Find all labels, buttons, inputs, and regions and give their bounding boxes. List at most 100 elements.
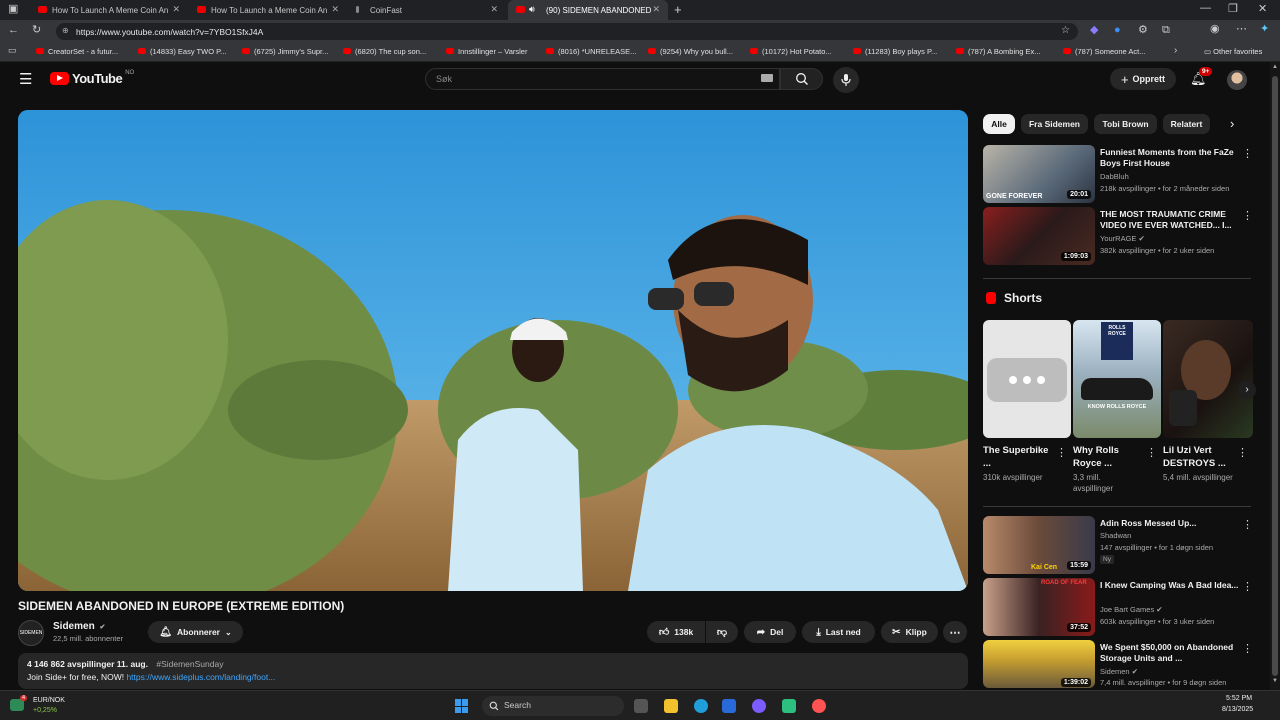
bookmark-item[interactable]: (6725) Jimmy's Supr... xyxy=(242,47,328,56)
scrollbar-up-arrow-icon[interactable]: ▲ xyxy=(1272,64,1278,70)
more-vertical-icon[interactable]: ⋮ xyxy=(1056,446,1067,459)
close-tab-icon[interactable]: ✕ xyxy=(652,4,660,15)
close-window-icon[interactable]: ✕ xyxy=(1258,4,1267,15)
page-scrollbar[interactable]: ▲ ▼ xyxy=(1270,62,1280,690)
create-button[interactable]: + Opprett xyxy=(1110,68,1176,90)
taskbar-search[interactable]: Search xyxy=(482,696,624,716)
minimize-icon[interactable]: — xyxy=(1200,3,1211,14)
keyboard-icon[interactable] xyxy=(761,74,773,82)
short-thumbnail[interactable] xyxy=(1163,320,1253,438)
video-title[interactable]: We Spent $50,000 on Abandoned Storage Un… xyxy=(1100,642,1240,664)
short-title[interactable]: The Superbike ... xyxy=(983,444,1049,470)
youtube-logo[interactable]: YouTube NO xyxy=(50,70,134,86)
recommendation-item[interactable]: Kai Cen 15:59 Adin Ross Messed Up... Sha… xyxy=(983,516,1253,576)
bookmark-item[interactable]: (14833) Easy TWO P... xyxy=(138,47,226,56)
more-vertical-icon[interactable]: ⋮ xyxy=(1242,147,1253,160)
bookmark-item[interactable]: CreatorSet - a futur... xyxy=(36,47,118,56)
profile-icon[interactable]: ◉ xyxy=(1210,24,1220,35)
channel-name[interactable]: Sidemen ✔ xyxy=(1100,667,1138,676)
back-icon[interactable]: ← xyxy=(8,25,19,36)
short-thumbnail[interactable] xyxy=(983,320,1071,438)
bookmark-item[interactable]: (787) Someone Act... xyxy=(1063,47,1145,56)
channel-avatar[interactable]: SIDEMEN xyxy=(18,620,44,646)
subscribed-button[interactable]: 🔔︎ Abonnerer ⌄ xyxy=(148,621,243,643)
scrollbar-thumb[interactable] xyxy=(1272,76,1278,676)
more-vertical-icon[interactable]: ⋮ xyxy=(1237,446,1248,459)
app-icon[interactable] xyxy=(782,699,796,713)
download-button[interactable]: ⤓ Last ned xyxy=(802,621,875,643)
bookmark-item[interactable]: (10172) Hot Potato... xyxy=(750,47,832,56)
channel-name[interactable]: DabBluh xyxy=(1100,172,1129,181)
voice-search-button[interactable] xyxy=(833,67,859,93)
bookmark-item[interactable]: (11283) Boy plays P... xyxy=(853,47,937,56)
bookmark-item[interactable]: (9254) Why you bull... xyxy=(648,47,733,56)
reload-icon[interactable]: ↻ xyxy=(32,25,41,36)
search-input[interactable]: Søk xyxy=(425,68,780,90)
bookmarks-menu-icon[interactable]: ▭ xyxy=(8,46,17,55)
store-icon[interactable] xyxy=(722,699,736,713)
more-actions-button[interactable]: ⋯ xyxy=(943,621,967,643)
close-tab-icon[interactable]: ✕ xyxy=(490,4,498,15)
tab-4[interactable]: 🔊︎ (90) SIDEMEN ABANDONED ✕ xyxy=(508,0,668,20)
video-thumbnail[interactable]: 1:39:02 xyxy=(983,640,1095,688)
recommendation-item[interactable]: 1:39:02 We Spent $50,000 on Abandoned St… xyxy=(983,640,1253,688)
site-info-icon[interactable]: ⊕ xyxy=(62,26,69,35)
short-title[interactable]: Why Rolls Royce ... xyxy=(1073,444,1139,470)
tab-2[interactable]: How To Launch a Meme Coin An ✕ xyxy=(189,0,347,20)
description-link[interactable]: https://www.sideplus.com/landing/foot... xyxy=(126,672,275,682)
clock-time[interactable]: 5:52 PM xyxy=(1226,695,1252,702)
speaker-icon[interactable]: 🔊︎ xyxy=(529,4,535,15)
more-vertical-icon[interactable]: ⋮ xyxy=(1242,518,1253,531)
bookmark-item[interactable]: (8016) *UNRELEASE... xyxy=(546,47,636,56)
windows-start-icon[interactable] xyxy=(455,699,469,713)
settings-more-icon[interactable]: ⋯ xyxy=(1236,24,1247,35)
chevron-right-icon[interactable]: › xyxy=(1230,116,1234,131)
more-vertical-icon[interactable]: ⋮ xyxy=(1146,446,1157,459)
channel-name[interactable]: Joe Bart Games ✔ xyxy=(1100,605,1163,614)
video-thumbnail[interactable]: Kai Cen 15:59 xyxy=(983,516,1095,574)
extensions-icon[interactable]: ◆ xyxy=(1090,25,1098,36)
like-button[interactable]: 👍︎ 138k xyxy=(647,621,705,643)
video-thumbnail[interactable]: 1:09:03 xyxy=(983,207,1095,265)
video-thumbnail[interactable]: ROAD OF FEAR 37:52 xyxy=(983,578,1095,636)
shorts-next-button[interactable]: › xyxy=(1238,381,1256,399)
messenger-icon[interactable] xyxy=(752,699,766,713)
chevron-right-icon[interactable]: › xyxy=(1174,46,1177,56)
video-title[interactable]: I Knew Camping Was A Bad Idea... xyxy=(1100,580,1240,591)
bookmark-item[interactable]: (6820) The cup son... xyxy=(343,47,426,56)
chip-from-sidemen[interactable]: Fra Sidemen xyxy=(1021,114,1088,134)
video-player[interactable] xyxy=(18,110,968,591)
edge-icon[interactable] xyxy=(694,699,708,713)
dislike-button[interactable]: 👎︎ xyxy=(706,621,738,643)
video-title[interactable]: THE MOST TRAUMATIC CRIME VIDEO IVE EVER … xyxy=(1100,209,1240,231)
close-tab-icon[interactable]: ✕ xyxy=(172,4,180,15)
chip-all[interactable]: Alle xyxy=(983,114,1015,134)
other-favorites[interactable]: ▭ Other favorites xyxy=(1204,47,1262,56)
scrollbar-down-arrow-icon[interactable]: ▼ xyxy=(1272,678,1278,684)
channel-name[interactable]: Shadwan xyxy=(1100,531,1131,540)
copilot-icon[interactable]: ✦ xyxy=(1260,24,1269,35)
clock-date[interactable]: 8/13/2025 xyxy=(1222,706,1253,713)
collections-icon[interactable]: ⧉ xyxy=(1162,25,1170,36)
chip-related[interactable]: Relatert xyxy=(1163,114,1210,134)
close-tab-icon[interactable]: ✕ xyxy=(331,4,339,15)
recommendation-item[interactable]: GONE FOREVER 20:01 Funniest Moments from… xyxy=(983,145,1253,205)
recommendation-item[interactable]: 1:09:03 THE MOST TRAUMATIC CRIME VIDEO I… xyxy=(983,207,1253,267)
video-title[interactable]: Adin Ross Messed Up... xyxy=(1100,518,1240,529)
more-vertical-icon[interactable]: ⋮ xyxy=(1242,642,1253,655)
url-field[interactable]: ⊕ https://www.youtube.com/watch?v=7YBO1S… xyxy=(56,23,1078,40)
chip-tobi-brown[interactable]: Tobi Brown xyxy=(1094,114,1157,134)
puzzle-icon[interactable]: ⚙ xyxy=(1138,25,1148,36)
short-thumbnail[interactable]: ROLLS ROYCE KNOW ROLLS ROYCE xyxy=(1073,320,1161,438)
edge-icon[interactable]: ● xyxy=(1114,25,1121,36)
account-avatar[interactable] xyxy=(1227,70,1247,90)
new-tab-icon[interactable]: + xyxy=(674,3,682,16)
bookmark-item[interactable]: (787) A Bombing Ex... xyxy=(956,47,1041,56)
hamburger-menu-icon[interactable]: ☰ xyxy=(19,70,32,88)
tab-1[interactable]: How To Launch A Meme Coin An ✕ xyxy=(30,0,188,20)
window-menu-icon[interactable]: ▣ xyxy=(8,4,18,15)
bookmark-item[interactable]: Innstillinger – Varsler xyxy=(446,47,527,56)
search-button[interactable] xyxy=(780,68,823,90)
channel-name[interactable]: YourRAGE ✔ xyxy=(1100,234,1145,243)
short-title[interactable]: Lil Uzi Vert DESTROYS ... xyxy=(1163,444,1235,470)
